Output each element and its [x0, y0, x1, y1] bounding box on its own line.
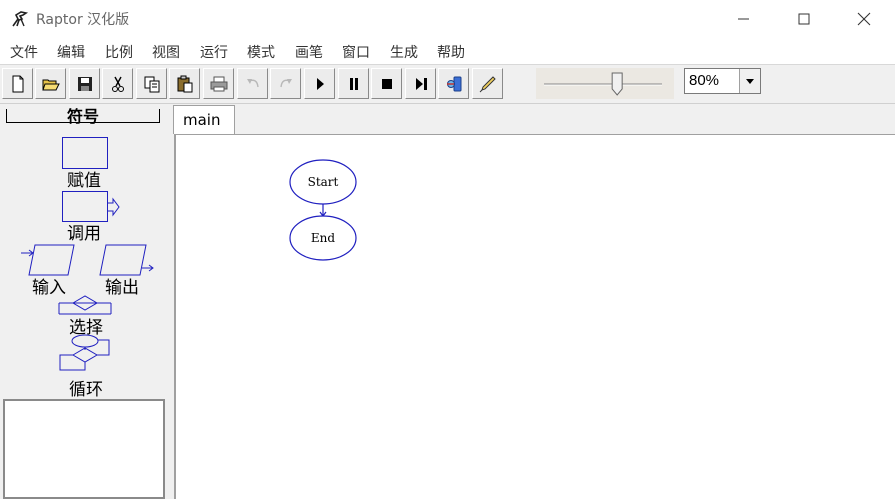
- assignment-symbol[interactable]: [62, 137, 108, 169]
- redo-button[interactable]: [270, 68, 301, 99]
- speed-slider-graphic: [544, 72, 662, 96]
- pause-icon: [350, 78, 358, 90]
- save-icon: [78, 77, 92, 91]
- symbols-graphics: [21, 137, 154, 371]
- flowchart: Start End: [289, 159, 357, 261]
- tab-strip: main: [172, 104, 895, 134]
- menu-pen[interactable]: 画笔: [295, 42, 323, 62]
- test-server-icon: [447, 76, 462, 92]
- loop-label: 循环: [69, 380, 103, 400]
- open-button[interactable]: [35, 68, 66, 99]
- title-bar: Raptor 汉化版: [0, 0, 895, 38]
- menu-generate[interactable]: 生成: [390, 42, 418, 62]
- selection-symbol[interactable]: [58, 295, 112, 315]
- menu-edit[interactable]: 编辑: [57, 42, 85, 62]
- cut-icon: [112, 76, 124, 92]
- new-button[interactable]: [2, 68, 33, 99]
- menu-file[interactable]: 文件: [10, 42, 38, 62]
- pen-icon: [479, 76, 496, 93]
- print-icon: [210, 76, 228, 92]
- redo-icon: [280, 79, 292, 88]
- speed-slider-thumb[interactable]: [611, 72, 623, 96]
- menu-view[interactable]: 视图: [152, 42, 180, 62]
- menu-bar: 文件 编辑 比例 视图 运行 模式 画笔 窗口 生成 帮助: [0, 38, 895, 65]
- loop-symbol[interactable]: [59, 334, 110, 371]
- flowchart-canvas[interactable]: Start End: [174, 134, 895, 499]
- menu-help[interactable]: 帮助: [437, 42, 465, 62]
- speed-slider[interactable]: [536, 68, 674, 99]
- copy-icon: [144, 76, 160, 93]
- raptor-window: Raptor 汉化版 文件 编辑 比例 视图 运行 模式 画笔 窗口 生成 帮助: [0, 0, 895, 499]
- start-node-label: Start: [308, 175, 339, 189]
- test-server-button[interactable]: [438, 68, 469, 99]
- minimize-button[interactable]: [724, 6, 764, 32]
- zoom-value: 80%: [689, 72, 720, 89]
- menu-run[interactable]: 运行: [200, 42, 228, 62]
- play-icon: [317, 78, 324, 90]
- input-symbol[interactable]: [21, 244, 75, 276]
- end-node-label: End: [311, 231, 335, 245]
- copy-button[interactable]: [136, 68, 167, 99]
- step-button[interactable]: [405, 68, 436, 99]
- cut-button[interactable]: [102, 68, 133, 99]
- window-title: Raptor 汉化版: [36, 12, 130, 28]
- call-label: 调用: [67, 224, 101, 244]
- tab-main[interactable]: main: [173, 105, 235, 134]
- paste-button[interactable]: [169, 68, 200, 99]
- input-label: 输入: [32, 278, 66, 298]
- selection-label: 选择: [69, 318, 103, 338]
- output-symbol[interactable]: [99, 244, 154, 276]
- variables-list[interactable]: [3, 399, 165, 499]
- undo-button[interactable]: [237, 68, 268, 99]
- print-button[interactable]: [203, 68, 234, 99]
- output-label: 输出: [105, 278, 139, 298]
- tab-main-label: main: [183, 111, 221, 129]
- call-symbol[interactable]: [62, 191, 120, 222]
- save-button[interactable]: [69, 68, 100, 99]
- symbols-panel: 符号 赋值 调用 输入 输出 选择 循环: [3, 104, 166, 400]
- assignment-label: 赋值: [67, 171, 101, 191]
- stop-button[interactable]: [371, 68, 402, 99]
- pause-button[interactable]: [338, 68, 369, 99]
- raptor-app-icon: [12, 11, 29, 27]
- run-button[interactable]: [304, 68, 335, 99]
- menu-window[interactable]: 窗口: [342, 42, 370, 62]
- open-folder-icon: [42, 79, 60, 91]
- undo-icon: [247, 79, 259, 88]
- zoom-select[interactable]: 80%: [684, 68, 761, 94]
- step-icon: [416, 78, 427, 90]
- paste-icon: [177, 75, 193, 93]
- chevron-down-icon: [746, 79, 754, 84]
- maximize-button[interactable]: [784, 6, 824, 32]
- panel-splitter[interactable]: [166, 104, 172, 499]
- new-file-icon: [12, 75, 24, 93]
- menu-mode[interactable]: 模式: [247, 42, 275, 62]
- toolbar: 80%: [0, 65, 895, 104]
- zoom-dropdown-button[interactable]: [739, 69, 760, 93]
- stop-icon: [382, 79, 392, 89]
- menu-scale[interactable]: 比例: [105, 42, 133, 62]
- close-button[interactable]: [844, 6, 884, 32]
- pen-button[interactable]: [472, 68, 503, 99]
